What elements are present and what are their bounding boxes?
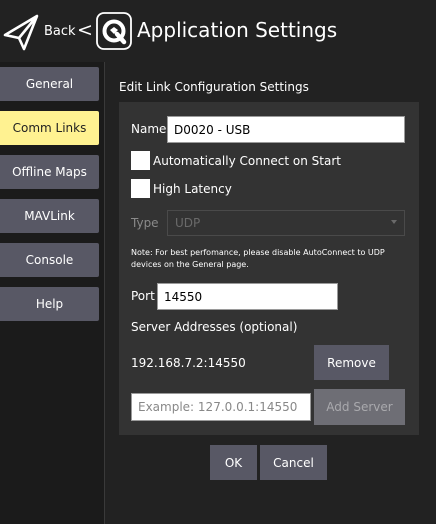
remove-button[interactable]: Remove [314, 345, 389, 380]
back-button[interactable]: Back < [0, 10, 96, 54]
port-field[interactable] [157, 283, 338, 310]
auto-connect-label: Automatically Connect on Start [153, 154, 341, 168]
cancel-button[interactable]: Cancel [260, 445, 327, 480]
sidebar-item-help[interactable]: Help [0, 287, 99, 321]
sidebar-item-comm-links[interactable]: Comm Links [0, 111, 99, 145]
form-title: Edit Link Configuration Settings [119, 80, 309, 94]
sidebar-divider [104, 62, 105, 524]
type-select[interactable]: UDP [167, 210, 405, 236]
header-bar: Back < Application Settings [0, 0, 436, 62]
sidebar-item-offline-maps[interactable]: Offline Maps [0, 155, 99, 189]
back-label: Back [44, 24, 76, 39]
server-address-input[interactable] [131, 393, 311, 421]
high-latency-checkbox[interactable] [131, 179, 150, 198]
name-field[interactable] [167, 116, 405, 143]
page-title: Application Settings [137, 18, 338, 42]
sidebar-item-mavlink[interactable]: MAVLink [0, 199, 99, 233]
udp-note: Note: For best perfomance, please disabl… [131, 248, 385, 269]
ok-button[interactable]: OK [210, 445, 257, 480]
server-addresses-label: Server Addresses (optional) [131, 320, 298, 334]
auto-connect-checkbox[interactable] [131, 151, 150, 170]
back-chevron-icon: < [77, 19, 93, 41]
qgc-logo-icon [96, 12, 132, 50]
port-label: Port [131, 289, 155, 303]
chevron-down-icon [391, 220, 397, 224]
sidebar-item-general[interactable]: General [0, 67, 99, 101]
add-server-button[interactable]: Add Server [314, 389, 405, 425]
name-label: Name [131, 122, 167, 136]
type-label: Type [131, 216, 159, 230]
high-latency-label: High Latency [153, 182, 232, 196]
sidebar-item-console[interactable]: Console [0, 243, 99, 277]
type-select-value: UDP [175, 216, 201, 230]
server-address-item: 192.168.7.2:14550 [131, 356, 246, 370]
paper-plane-icon [3, 14, 39, 51]
